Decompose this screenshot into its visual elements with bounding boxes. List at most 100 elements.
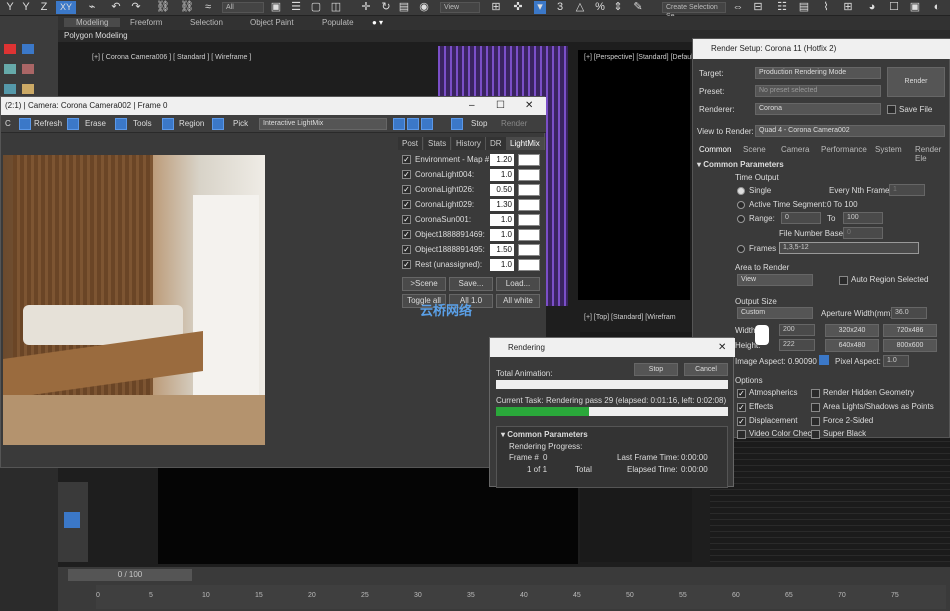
rotate-icon[interactable]: ↻ (380, 1, 392, 14)
unlink-icon[interactable]: ⛓ (180, 1, 194, 14)
region-button[interactable]: Region (179, 118, 204, 130)
rs-tab-scene[interactable]: Scene (743, 145, 766, 154)
lightmix-color[interactable] (518, 244, 540, 256)
refresh-icon[interactable] (19, 118, 31, 130)
ribbon-tab-modeling[interactable]: Modeling (64, 18, 121, 27)
lock-aspect-icon[interactable] (819, 355, 829, 365)
render-button[interactable]: Render (501, 118, 527, 130)
camera-viewport-label[interactable]: [+] [ Corona Camera006 ] [ Standard ] [ … (88, 52, 488, 64)
auto-region-checkbox[interactable] (839, 276, 848, 285)
select-by-name-icon[interactable]: ☰ (290, 1, 302, 14)
lightmix-color[interactable] (518, 259, 540, 271)
select-manipulate-icon[interactable]: ✜ (512, 1, 524, 14)
maximize-icon[interactable]: ☐ (496, 97, 505, 115)
save-file-checkbox[interactable] (887, 105, 896, 114)
material-editor-icon[interactable]: ◕ (866, 1, 878, 14)
lightmix-value[interactable]: 0.50 (490, 184, 514, 196)
link-icon[interactable]: ⌁ (86, 1, 98, 14)
perspective-viewport-label[interactable]: [+] [Perspective] [Standard] [Default Sh… (580, 52, 692, 64)
redo-icon[interactable]: ↷ (130, 1, 142, 14)
save-button[interactable]: Save... (449, 277, 493, 291)
polygon-modeling-panel[interactable]: Polygon Modeling (60, 30, 170, 42)
mode-dropdown[interactable]: Interactive LightMix (259, 118, 387, 130)
lightmix-value[interactable]: 1.0 (490, 214, 514, 226)
time-slider[interactable]: 0 / 100 0 5 10 15 20 25 30 35 40 45 50 55 60 65 70 75 (58, 567, 950, 611)
region-icon[interactable] (162, 118, 174, 130)
view-to-render-dropdown[interactable]: Quad 4 - Corona Camera002 (755, 125, 945, 137)
rendered-frame-window-icon[interactable]: ▣ (908, 1, 922, 14)
preset-640x480-button[interactable]: 640x480 (825, 339, 879, 352)
preset-800x600-button[interactable]: 800x600 (883, 339, 937, 352)
window-crossing-icon[interactable]: ◫ (330, 1, 342, 14)
lightmix-checkbox[interactable]: ✓ (402, 170, 411, 179)
area-dropdown[interactable]: View (737, 274, 813, 286)
placement-icon[interactable]: ◉ (418, 1, 430, 14)
effects-checkbox[interactable]: ✓ (737, 403, 746, 412)
tab-lightmix[interactable]: LightMix (506, 137, 545, 150)
zoom-out-icon[interactable] (407, 118, 419, 130)
lightmix-value[interactable]: 1.0 (490, 259, 514, 271)
tab-post[interactable]: Post (398, 137, 424, 150)
grid-icon[interactable] (22, 44, 34, 54)
mirror-icon[interactable]: ⇔ (732, 1, 744, 14)
lightmix-value[interactable]: 1.30 (490, 199, 514, 211)
cancel-button[interactable]: Cancel (684, 363, 728, 376)
select-object-icon[interactable]: ▣ (270, 1, 282, 14)
close-icon[interactable]: ✕ (525, 97, 533, 115)
area-lights-checkbox[interactable] (811, 403, 820, 412)
stop-icon[interactable] (451, 118, 463, 130)
render-icon[interactable]: ◐ (930, 1, 944, 14)
top-viewport-label[interactable]: [+] [Top] [Standard] [Wirefram (580, 312, 700, 324)
render-preview-image[interactable] (3, 155, 265, 445)
rs-tab-camera[interactable]: Camera (781, 145, 809, 154)
frames-input[interactable]: 1,3,5-12 (779, 242, 919, 254)
layout-icon[interactable] (64, 512, 80, 528)
lightmix-color[interactable] (518, 199, 540, 211)
stop-button[interactable]: Stop (634, 363, 678, 376)
lightmix-checkbox[interactable]: ✓ (402, 245, 411, 254)
load-button[interactable]: Load... (496, 277, 540, 291)
scale-y-icon[interactable]: Y (20, 1, 32, 14)
lightmix-checkbox[interactable]: ✓ (402, 200, 411, 209)
height-input[interactable]: 222 (779, 339, 815, 351)
vfb-prefix[interactable]: C (5, 118, 11, 130)
ribbon-tab-freeform[interactable]: Freeform (130, 18, 162, 27)
schematic-view-icon[interactable]: ⊞ (842, 1, 854, 14)
floorplan-viewport[interactable] (710, 436, 950, 562)
displacement-checkbox[interactable]: ✓ (737, 417, 746, 426)
rs-tab-system[interactable]: System (875, 145, 902, 154)
frames-radio[interactable] (737, 245, 745, 253)
lightmix-color[interactable] (518, 229, 540, 241)
tab-dr[interactable]: DR (486, 137, 507, 150)
ribbon-tab-populate[interactable]: Populate (322, 18, 354, 27)
lightmix-checkbox[interactable]: ✓ (402, 155, 411, 164)
force-2-sided-checkbox[interactable] (811, 417, 820, 426)
preset-320x240-button[interactable]: 320x240 (825, 324, 879, 337)
single-radio[interactable] (737, 187, 745, 195)
lightmix-color[interactable] (518, 154, 540, 166)
lightmix-value[interactable]: 1.0 (490, 169, 514, 181)
scale-icon[interactable]: ▤ (398, 1, 410, 14)
lightmix-checkbox[interactable]: ✓ (402, 230, 411, 239)
shape-icon[interactable] (4, 84, 16, 94)
minimize-icon[interactable]: – (469, 97, 475, 115)
hidden-geometry-checkbox[interactable] (811, 389, 820, 398)
erase-icon[interactable] (67, 118, 79, 130)
region-select-icon[interactable]: ▢ (310, 1, 322, 14)
align-icon[interactable]: ⊟ (752, 1, 764, 14)
zoom-in-icon[interactable] (393, 118, 405, 130)
lightmix-color[interactable] (518, 214, 540, 226)
timeline-track[interactable]: 0 5 10 15 20 25 30 35 40 45 50 55 60 65 70 75 (96, 585, 946, 609)
curve-editor-icon[interactable]: ⌇ (820, 1, 832, 14)
pick-icon[interactable] (212, 118, 224, 130)
renderer-dropdown[interactable]: Corona (755, 103, 881, 115)
preset-dropdown[interactable]: No preset selected (755, 85, 881, 97)
undo-icon[interactable]: ↶ (110, 1, 122, 14)
select-icon[interactable]: Y (4, 1, 16, 14)
refresh-button[interactable]: Refresh (34, 118, 62, 130)
lightmix-checkbox[interactable]: ✓ (402, 260, 411, 269)
ribbon-tab-object-paint[interactable]: Object Paint (250, 18, 294, 27)
layer-explorer-icon[interactable]: ☷ (776, 1, 788, 14)
link-objects-icon[interactable]: ⛓ (156, 1, 170, 14)
range-radio[interactable] (737, 215, 745, 223)
